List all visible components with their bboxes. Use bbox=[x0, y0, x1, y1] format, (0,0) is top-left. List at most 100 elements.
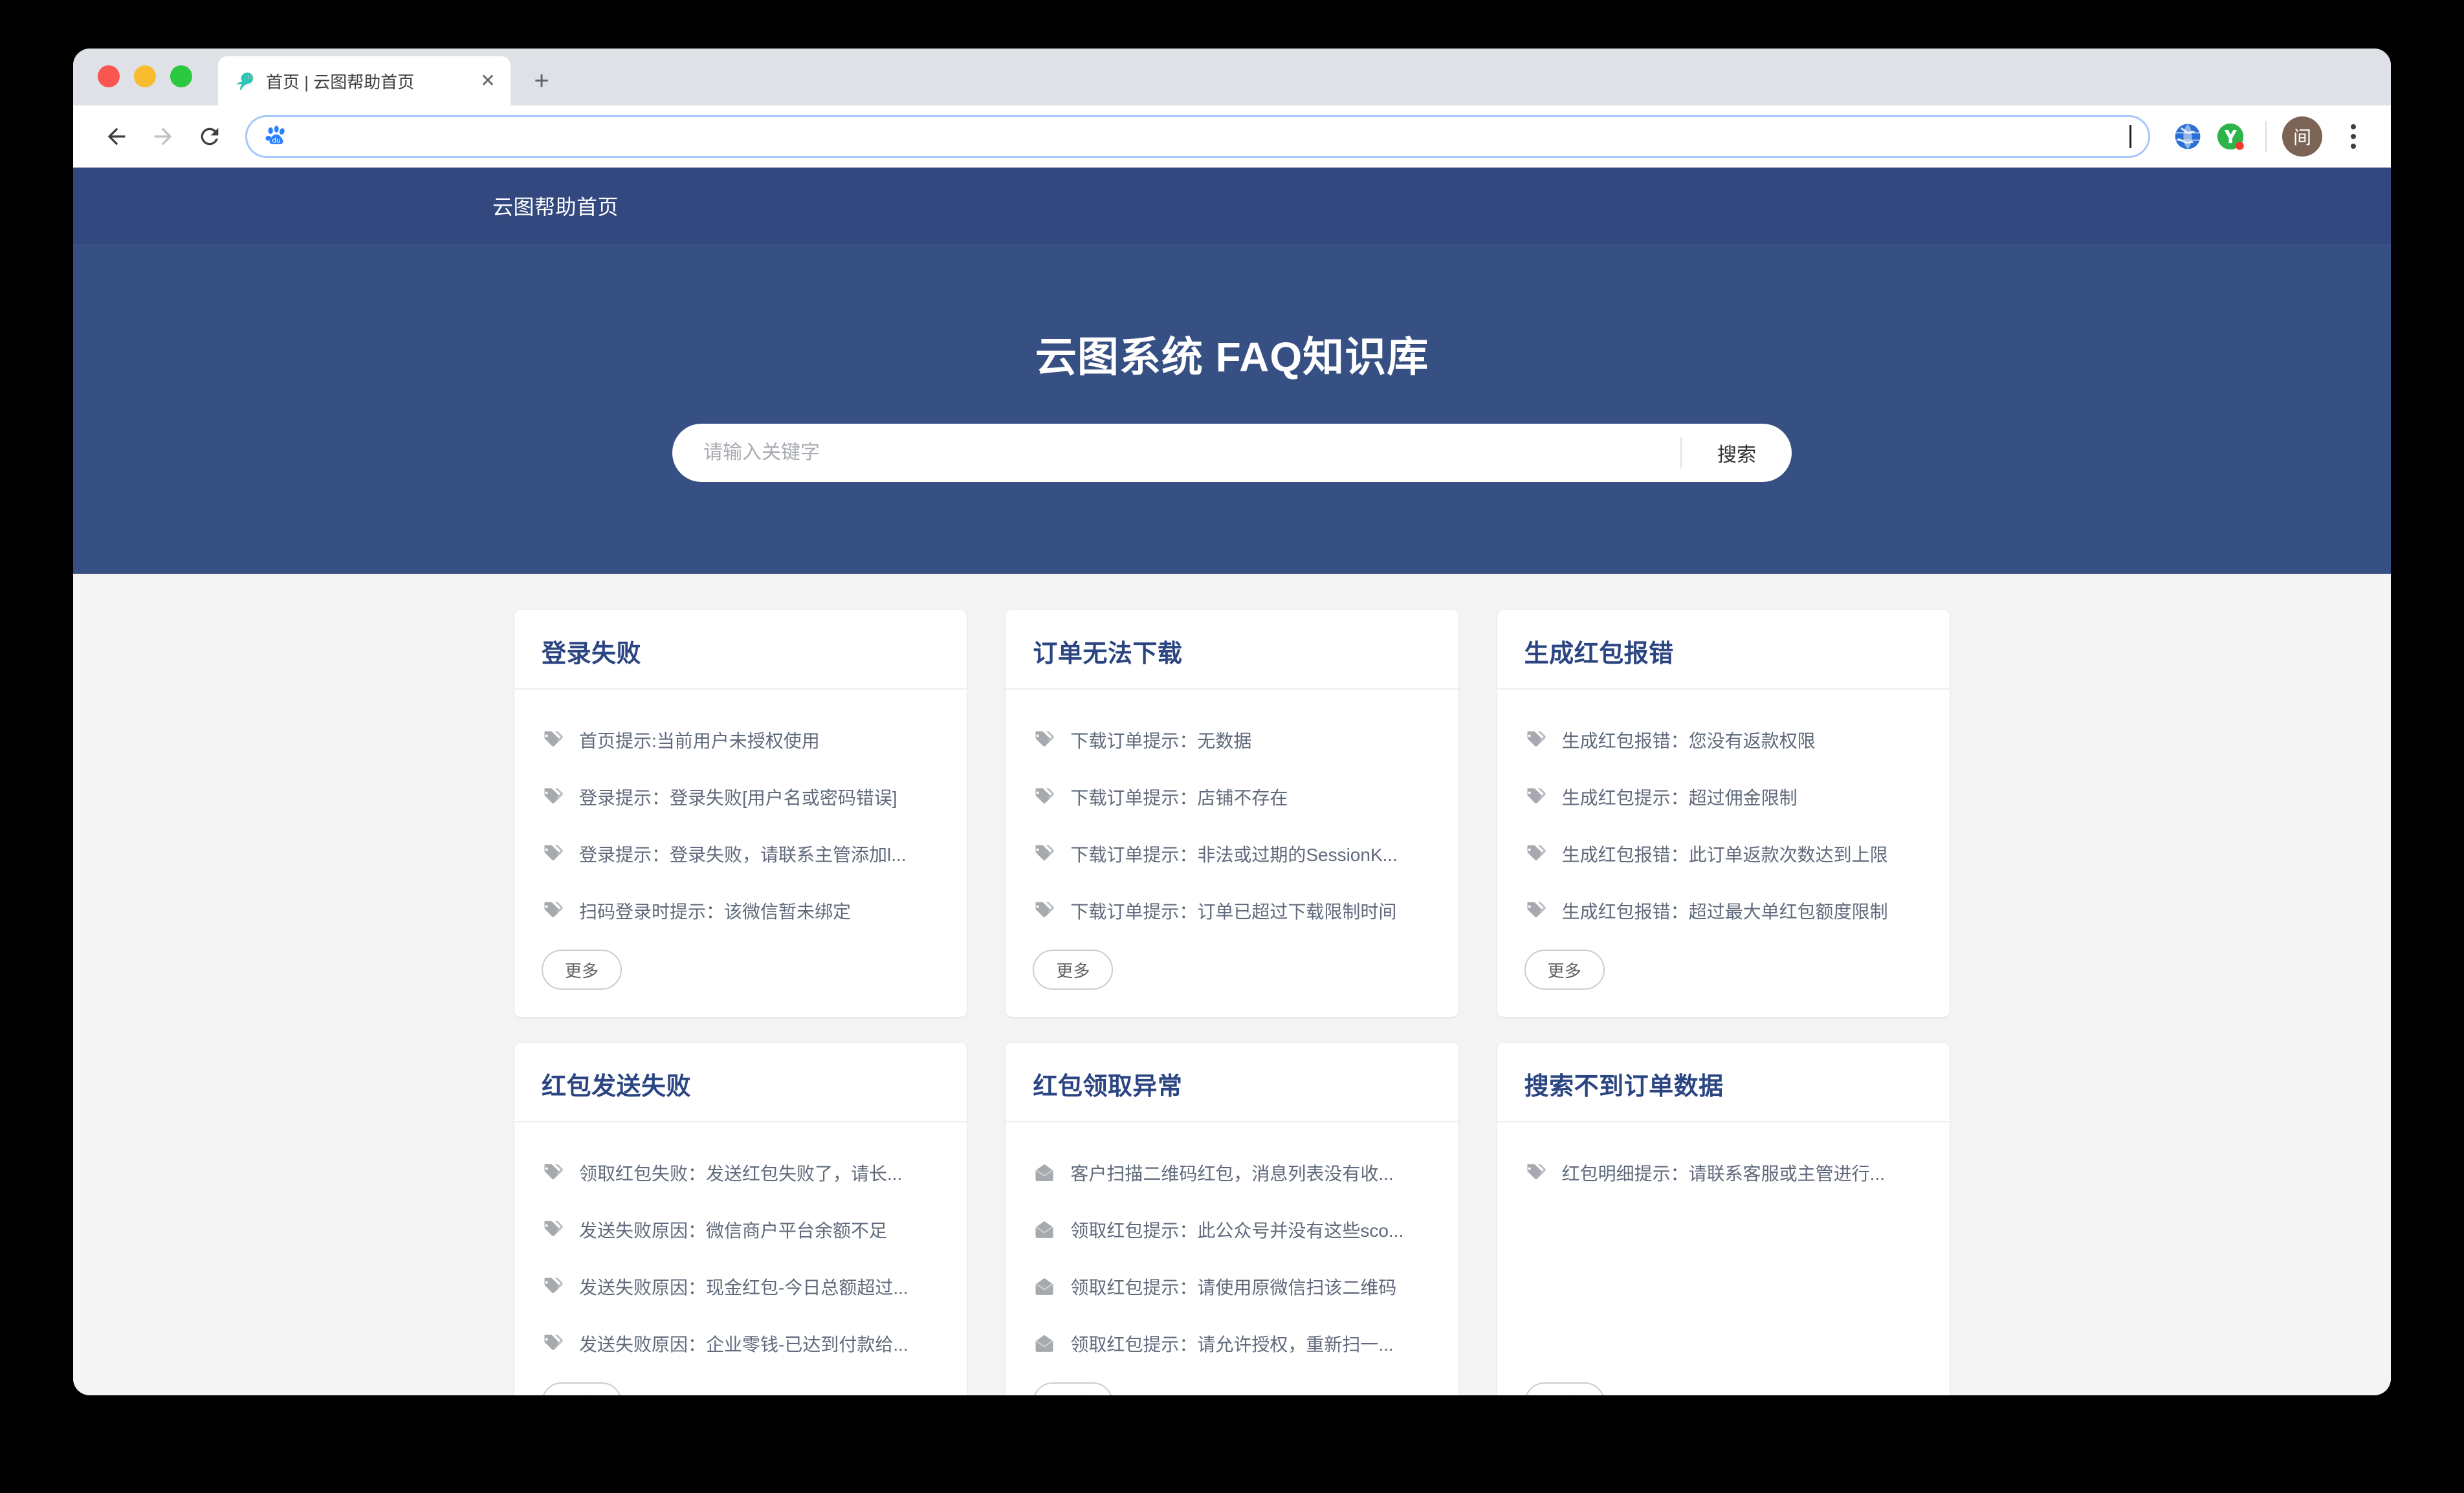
faq-card: 生成红包报错 生成红包报错：您没有返款权限 生成红包提示：超过佣金限制 生成红包… bbox=[1497, 610, 1950, 1017]
faq-item-label: 领取红包提示：请允许授权，重新扫一... bbox=[1070, 1335, 1394, 1355]
faq-card: 登录失败 首页提示:当前用户未授权使用 登录提示：登录失败[用户名或密码错误] bbox=[514, 610, 967, 1017]
more-button[interactable]: 更多 bbox=[542, 1382, 622, 1395]
envelope-icon bbox=[1035, 1278, 1053, 1295]
address-bar[interactable]: du bbox=[245, 115, 2150, 158]
faq-item-label: 红包明细提示：请联系客服或主管进行... bbox=[1561, 1164, 1885, 1184]
more-button[interactable]: 更多 bbox=[1524, 950, 1605, 990]
faq-card: 订单无法下载 下载订单提示：无数据 下载订单提示：店铺不存在 下载订单提示：非法… bbox=[1006, 610, 1458, 1017]
browser-tab[interactable]: 首页 | 云图帮助首页 ✕ bbox=[218, 56, 511, 105]
tag-icon bbox=[1035, 788, 1055, 803]
site-navbar: 云图帮助首页 bbox=[73, 168, 2391, 244]
list-item[interactable]: 发送失败原因：企业零钱-已达到付款给... bbox=[542, 1315, 940, 1372]
list-item[interactable]: 客户扫描二维码红包，消息列表没有收... bbox=[1033, 1144, 1431, 1201]
faq-card-title[interactable]: 订单无法下载 bbox=[1033, 633, 1431, 669]
list-item[interactable]: 生成红包报错：您没有返款权限 bbox=[1524, 712, 1922, 768]
faq-card-footer: 更多 bbox=[1006, 939, 1458, 1017]
more-button[interactable]: 更多 bbox=[1033, 950, 1114, 990]
window-traffic-lights bbox=[98, 49, 192, 105]
list-item[interactable]: 下载订单提示：订单已超过下载限制时间 bbox=[1033, 882, 1431, 939]
youdao-extension-icon[interactable] bbox=[2211, 117, 2250, 156]
faq-card-title[interactable]: 生成红包报错 bbox=[1524, 633, 1922, 669]
list-item[interactable]: 登录提示：登录失败[用户名或密码错误] bbox=[542, 768, 940, 825]
faq-card-header: 订单无法下载 bbox=[1006, 610, 1458, 690]
faq-card: 搜索不到订单数据 红包明细提示：请联系客服或主管进行... 更多 bbox=[1497, 1043, 1950, 1395]
list-item[interactable]: 下载订单提示：无数据 bbox=[1033, 712, 1431, 768]
list-item[interactable]: 领取红包提示：请允许授权，重新扫一... bbox=[1033, 1315, 1431, 1372]
list-item[interactable]: 生成红包提示：超过佣金限制 bbox=[1524, 768, 1922, 825]
list-item[interactable]: 领取红包失败：发送红包失败了，请长... bbox=[542, 1144, 940, 1201]
faq-card-title[interactable]: 红包领取异常 bbox=[1033, 1066, 1431, 1102]
faq-item-label: 客户扫描二维码红包，消息列表没有收... bbox=[1070, 1164, 1394, 1184]
envelope-icon bbox=[1035, 1335, 1053, 1352]
parrot-icon bbox=[236, 72, 255, 91]
toolbar-divider bbox=[2265, 121, 2267, 152]
avatar[interactable]: 间 bbox=[2282, 116, 2322, 157]
list-item[interactable]: 红包明细提示：请联系客服或主管进行... bbox=[1524, 1144, 1922, 1201]
faq-item-label: 登录提示：登录失败[用户名或密码错误] bbox=[579, 788, 897, 808]
list-item[interactable]: 下载订单提示：非法或过期的SessionK... bbox=[1033, 825, 1431, 882]
page-title: 云图系统 FAQ知识库 bbox=[1035, 334, 1429, 380]
faq-card-footer: 更多 bbox=[1497, 939, 1950, 1017]
reload-button[interactable] bbox=[188, 115, 231, 158]
faq-item-label: 下载订单提示：店铺不存在 bbox=[1070, 788, 1288, 808]
faq-card-grid: 登录失败 首页提示:当前用户未授权使用 登录提示：登录失败[用户名或密码错误] bbox=[514, 610, 1950, 1395]
search-button[interactable]: 搜索 bbox=[1682, 424, 1792, 482]
tag-icon bbox=[544, 1221, 563, 1236]
faq-item-label: 登录提示：登录失败，请联系主管添加l... bbox=[579, 845, 907, 865]
back-button[interactable] bbox=[95, 115, 138, 158]
reload-icon bbox=[201, 127, 219, 146]
search-input[interactable] bbox=[672, 424, 1680, 482]
tag-icon bbox=[544, 902, 563, 917]
list-item[interactable]: 登录提示：登录失败，请联系主管添加l... bbox=[542, 825, 940, 882]
faq-card: 红包领取异常 客户扫描二维码红包，消息列表没有收... 领取红包提示：此公众号并… bbox=[1006, 1043, 1458, 1395]
back-arrow-icon bbox=[107, 127, 126, 146]
tag-icon bbox=[1526, 845, 1546, 860]
browser-toolbar: du 间 bbox=[73, 105, 2391, 168]
close-tab-button[interactable]: ✕ bbox=[477, 70, 499, 92]
faq-card-title[interactable]: 登录失败 bbox=[542, 633, 940, 669]
list-item[interactable]: 生成红包报错：此订单返款次数达到上限 bbox=[1524, 825, 1922, 882]
tab-title: 首页 | 云图帮助首页 bbox=[266, 72, 415, 92]
faq-card-body: 领取红包失败：发送红包失败了，请长... 发送失败原因：微信商户平台余额不足 发… bbox=[514, 1122, 967, 1372]
list-item[interactable]: 领取红包提示：请使用原微信扫该二维码 bbox=[1033, 1258, 1431, 1315]
tag-icon bbox=[1526, 902, 1546, 917]
forward-arrow-icon bbox=[154, 127, 172, 146]
list-item[interactable]: 首页提示:当前用户未授权使用 bbox=[542, 712, 940, 768]
list-item[interactable]: 发送失败原因：微信商户平台余额不足 bbox=[542, 1201, 940, 1258]
faq-item-label: 生成红包报错：超过最大单红包额度限制 bbox=[1561, 902, 1888, 922]
new-tab-button[interactable]: + bbox=[523, 63, 560, 99]
site-brand-link[interactable]: 云图帮助首页 bbox=[492, 191, 619, 221]
hero-banner: 云图系统 FAQ知识库 搜索 bbox=[73, 244, 2391, 574]
list-item[interactable]: 发送失败原因：现金红包-今日总额超过... bbox=[542, 1258, 940, 1315]
forward-button[interactable] bbox=[142, 115, 184, 158]
list-item[interactable]: 下载订单提示：店铺不存在 bbox=[1033, 768, 1431, 825]
faq-item-label: 发送失败原因：现金红包-今日总额超过... bbox=[579, 1278, 908, 1298]
maximize-window-button[interactable] bbox=[170, 65, 192, 87]
faq-card-title[interactable]: 红包发送失败 bbox=[542, 1066, 940, 1102]
faq-item-label: 下载订单提示：订单已超过下载限制时间 bbox=[1070, 902, 1397, 922]
close-window-button[interactable] bbox=[98, 65, 120, 87]
faq-item-label: 领取红包提示：此公众号并没有这些sco... bbox=[1070, 1221, 1404, 1241]
three-dot-menu-icon[interactable] bbox=[2335, 116, 2371, 157]
faq-card-footer: 更多 bbox=[1006, 1372, 1458, 1395]
tag-icon bbox=[544, 1164, 563, 1179]
tag-icon bbox=[544, 1278, 563, 1293]
faq-item-label: 扫码登录时提示：该微信暂未绑定 bbox=[579, 902, 852, 922]
baidu-paw-icon: du bbox=[265, 125, 285, 145]
faq-card-title[interactable]: 搜索不到订单数据 bbox=[1524, 1066, 1922, 1102]
more-button[interactable]: 更多 bbox=[542, 950, 622, 990]
list-item[interactable]: 领取红包提示：此公众号并没有这些sco... bbox=[1033, 1201, 1431, 1258]
list-item[interactable]: 生成红包报错：超过最大单红包额度限制 bbox=[1524, 882, 1922, 939]
minimize-window-button[interactable] bbox=[134, 65, 156, 87]
globe-extension-icon[interactable] bbox=[2168, 117, 2207, 156]
tag-icon bbox=[544, 1335, 563, 1350]
tag-icon bbox=[544, 788, 563, 803]
more-button[interactable]: 更多 bbox=[1524, 1382, 1605, 1395]
faq-item-label: 首页提示:当前用户未授权使用 bbox=[579, 731, 820, 751]
tag-icon bbox=[1035, 731, 1055, 746]
tag-icon bbox=[1035, 902, 1055, 917]
faq-card-header: 生成红包报错 bbox=[1497, 610, 1950, 690]
more-button[interactable]: 更多 bbox=[1033, 1382, 1114, 1395]
list-item[interactable]: 扫码登录时提示：该微信暂未绑定 bbox=[542, 882, 940, 939]
text-cursor bbox=[2129, 125, 2131, 148]
